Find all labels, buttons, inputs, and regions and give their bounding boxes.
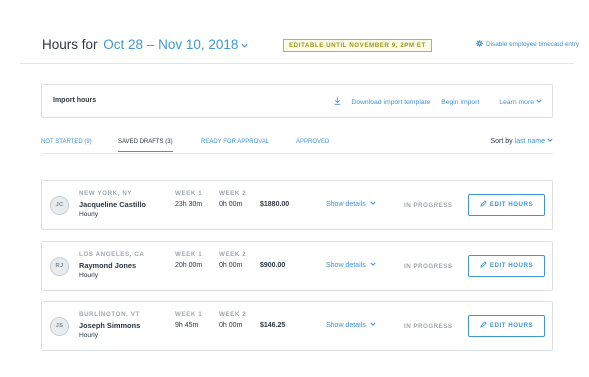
avatar: RJ: [50, 257, 69, 276]
pay-amount: $900.00: [260, 262, 286, 269]
edit-hours-button[interactable]: EDIT HOURS: [468, 315, 545, 337]
week2-hours: 0h 00m: [219, 262, 243, 269]
employee-name: Jacqueline Castillo: [79, 200, 146, 209]
chevron-down-icon: [370, 262, 376, 266]
week2-label: WEEK 2: [219, 311, 247, 318]
edit-hours-label: EDIT HOURS: [489, 322, 534, 329]
import-hours-panel: Import hours Download import template Be…: [41, 84, 553, 118]
show-details-button[interactable]: Show details: [326, 262, 376, 269]
timecard-row: RJ LOS ANGELES, CA Raymond Jones Hourly …: [41, 241, 553, 291]
employee-name: Raymond Jones: [79, 261, 137, 270]
begin-import-link[interactable]: Begin import: [441, 99, 479, 106]
employee-location: BURLINGTON, VT: [79, 311, 140, 318]
disable-timecard-link[interactable]: Disable employee timecard entry: [476, 40, 579, 48]
status-badge: IN PROGRESS: [404, 263, 453, 270]
download-template-label: Download import template: [351, 99, 431, 106]
disable-timecard-label: Disable employee timecard entry: [486, 41, 580, 48]
pay-amount: $146.25: [260, 322, 286, 329]
employee-pay-type: Hourly: [79, 272, 99, 279]
tab-saved-drafts[interactable]: SAVED DRAFTS (3): [118, 139, 173, 152]
week2-hours: 0h 00m: [219, 322, 243, 329]
status-tabs: NOT STARTED (9) SAVED DRAFTS (3) READY F…: [41, 138, 554, 153]
chevron-down-icon: [241, 43, 248, 48]
sort-control[interactable]: Sort by last name: [491, 138, 554, 145]
sort-value: last name: [514, 138, 545, 145]
week1-hours: 9h 45m: [175, 322, 199, 329]
week1-hours: 23h 30m: [175, 201, 203, 208]
chevron-down-icon: [536, 99, 542, 103]
title-prefix: Hours for: [42, 37, 98, 52]
show-details-label: Show details: [326, 262, 366, 269]
employee-name: Joseph Simmons: [79, 321, 141, 330]
timecard-row: JS BURLINGTON, VT Joseph Simmons Hourly …: [41, 301, 553, 351]
learn-more-link[interactable]: Learn more: [490, 99, 542, 106]
date-range-select[interactable]: Oct 28 – Nov 10, 2018: [103, 37, 248, 52]
download-icon: [335, 97, 341, 105]
week2-label: WEEK 2: [219, 251, 247, 258]
import-actions: Download import template Begin import Le…: [325, 97, 542, 106]
employee-location: LOS ANGELES, CA: [79, 251, 145, 258]
avatar: JS: [50, 317, 69, 336]
week1-hours: 20h 00m: [175, 262, 203, 269]
week2-hours: 0h 00m: [219, 201, 243, 208]
header-divider: [20, 63, 574, 64]
gear-icon: [476, 40, 483, 47]
pencil-icon: [480, 200, 487, 207]
tab-ready-for-approval[interactable]: READY FOR APPROVAL: [201, 139, 269, 145]
download-template-link[interactable]: Download import template: [334, 97, 431, 106]
pencil-icon: [480, 261, 487, 268]
status-badge: IN PROGRESS: [404, 323, 453, 330]
edit-hours-label: EDIT HOURS: [489, 201, 534, 208]
edit-hours-button[interactable]: EDIT HOURS: [468, 255, 545, 277]
editable-until-badge: EDITABLE UNTIL NOVEMBER 9, 2PM ET: [283, 39, 432, 52]
chevron-down-icon: [547, 138, 553, 142]
show-details-button[interactable]: Show details: [326, 322, 376, 329]
page-title: Hours for Oct 28 – Nov 10, 2018: [42, 37, 248, 52]
week1-label: WEEK 1: [175, 311, 203, 318]
status-badge: IN PROGRESS: [404, 202, 453, 209]
show-details-label: Show details: [326, 322, 366, 329]
employee-pay-type: Hourly: [79, 211, 99, 218]
employee-location: NEW YORK, NY: [79, 190, 133, 197]
tabs-divider: [41, 153, 553, 154]
chevron-down-icon: [370, 201, 376, 205]
date-range-label: Oct 28 – Nov 10, 2018: [103, 37, 239, 52]
edit-hours-label: EDIT HOURS: [489, 262, 534, 269]
sort-label: Sort by: [490, 138, 513, 145]
employee-pay-type: Hourly: [79, 332, 99, 339]
timecard-row: JC NEW YORK, NY Jacqueline Castillo Hour…: [41, 180, 553, 230]
week2-label: WEEK 2: [219, 190, 247, 197]
import-hours-title: Import hours: [53, 97, 97, 104]
tab-approved[interactable]: APPROVED: [296, 139, 329, 145]
show-details-button[interactable]: Show details: [326, 201, 376, 208]
pay-amount: $1880.00: [260, 201, 290, 208]
chevron-down-icon: [370, 322, 376, 326]
week1-label: WEEK 1: [175, 251, 203, 258]
page-header: Hours for Oct 28 – Nov 10, 2018 EDITABLE…: [42, 36, 579, 56]
tab-not-started[interactable]: NOT STARTED (9): [41, 139, 92, 145]
edit-hours-button[interactable]: EDIT HOURS: [468, 194, 545, 216]
pencil-icon: [480, 321, 487, 328]
week1-label: WEEK 1: [175, 190, 203, 197]
avatar: JC: [50, 196, 69, 215]
show-details-label: Show details: [326, 201, 366, 208]
learn-more-label: Learn more: [499, 99, 534, 106]
